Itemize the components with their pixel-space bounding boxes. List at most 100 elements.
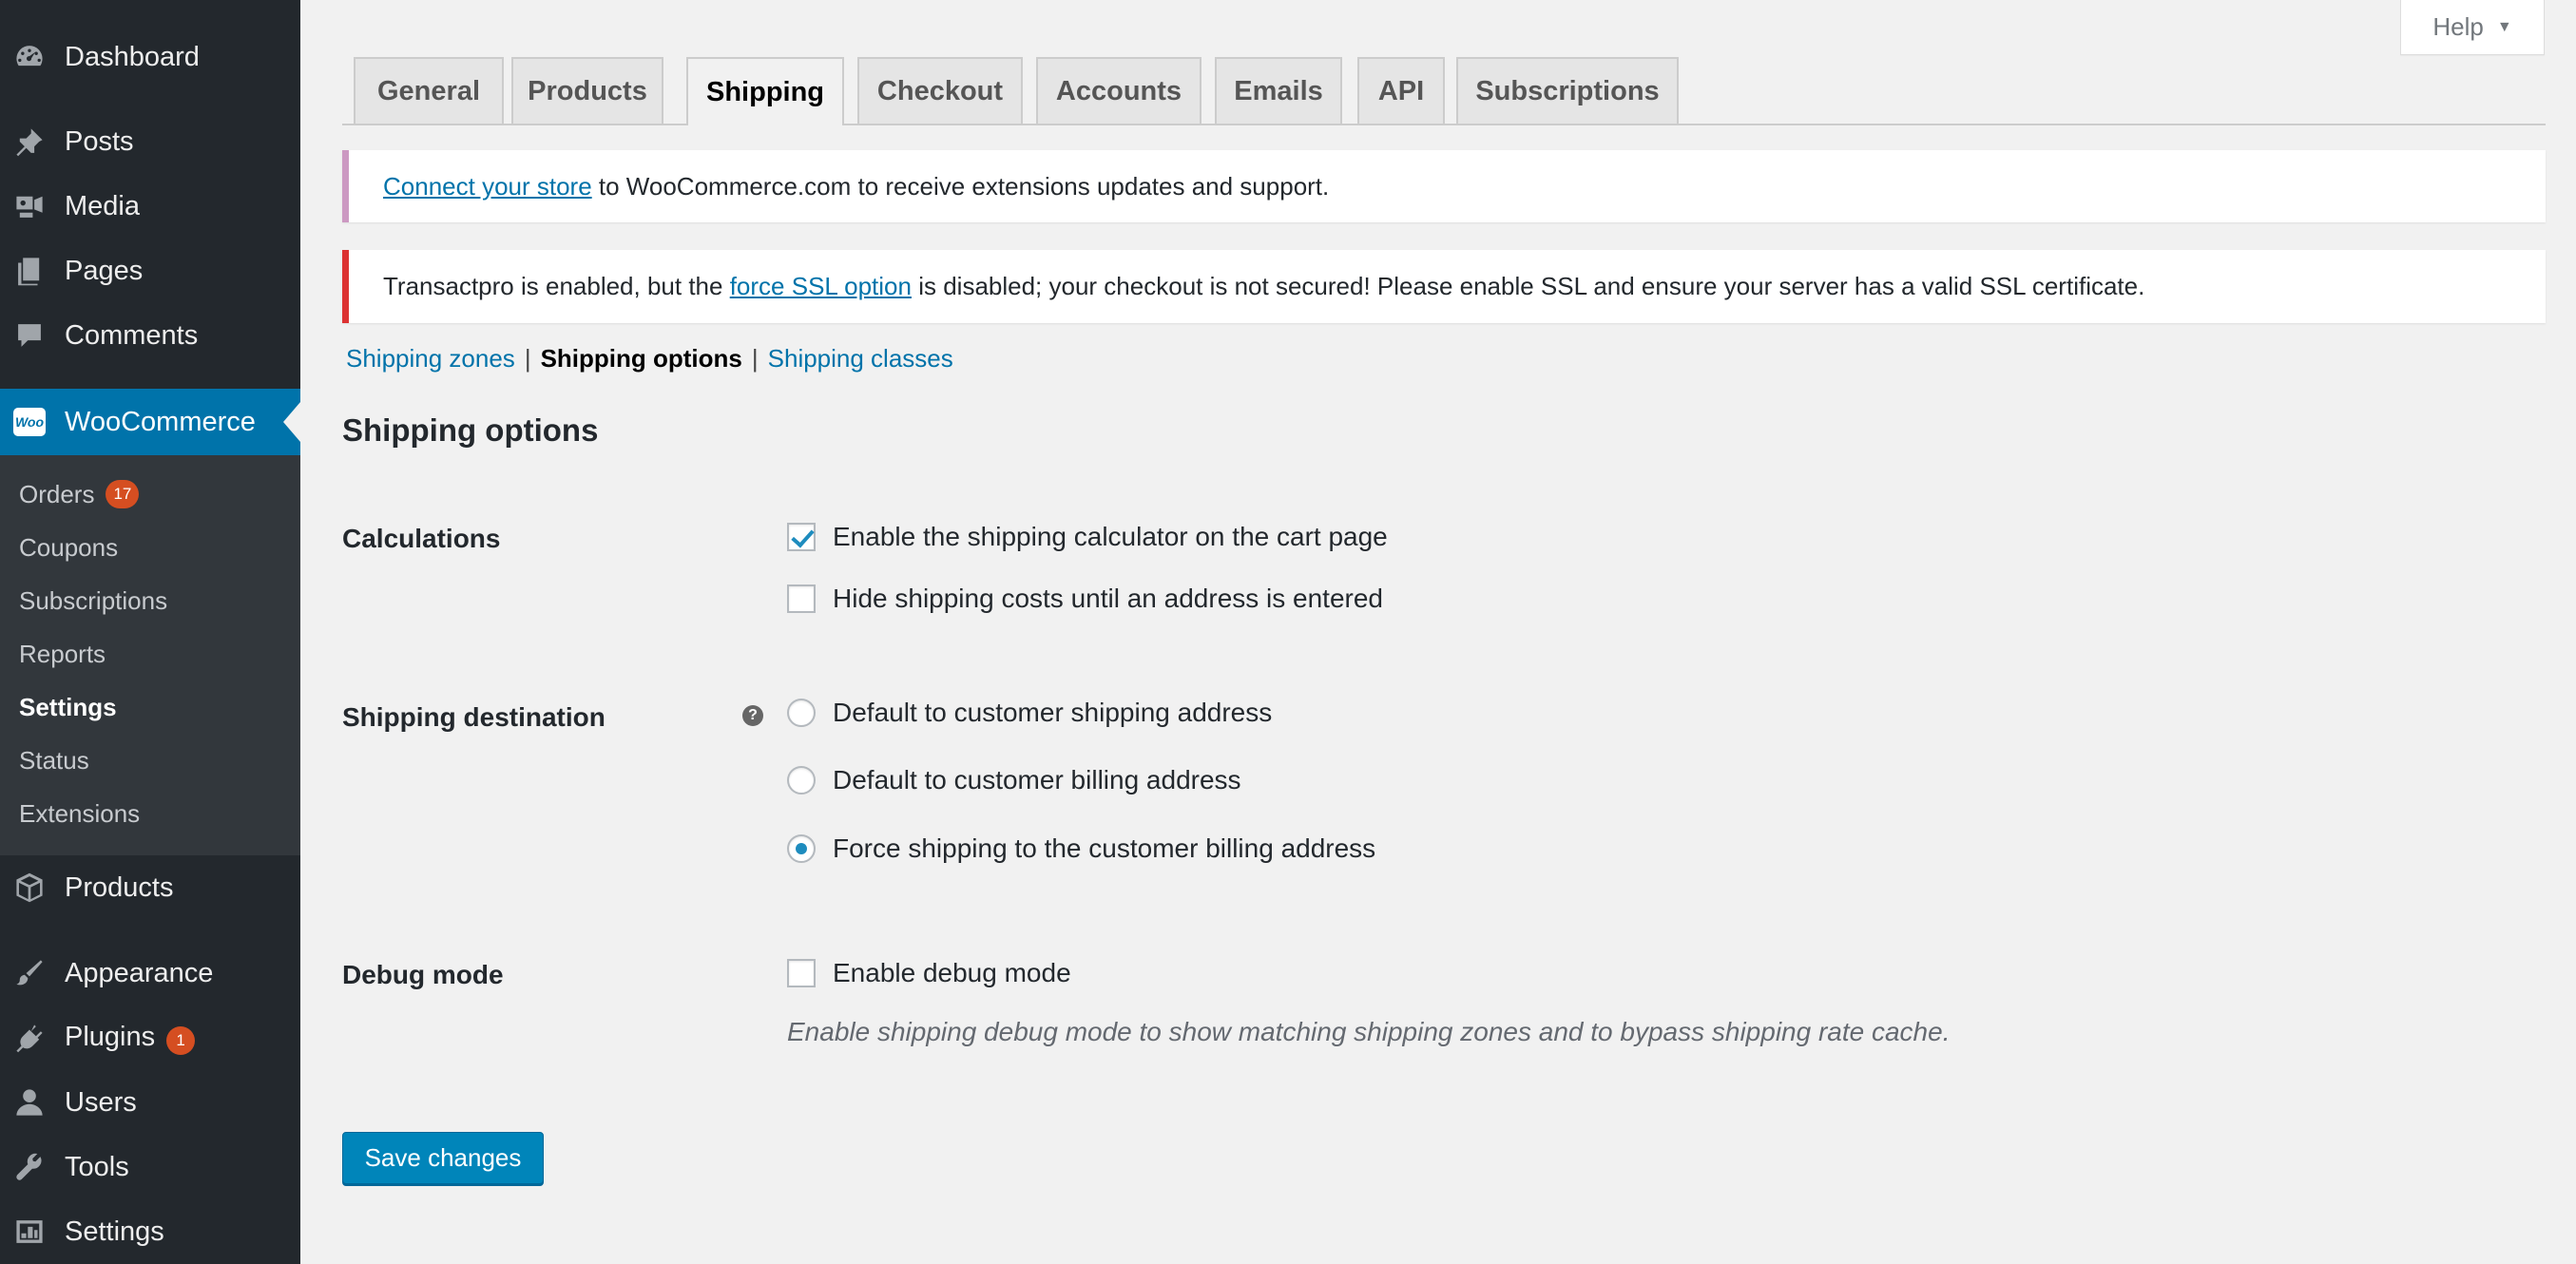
pin-icon — [13, 125, 46, 158]
woocommerce-submenu — [0, 389, 300, 855]
connect-notice-text: to WooCommerce.com to receive extensions… — [591, 171, 1330, 201]
force-billing-radio[interactable] — [787, 834, 816, 863]
shipping-zones-link[interactable]: Shipping zones — [346, 344, 515, 373]
option-label: Enable debug mode — [833, 958, 1071, 987]
menu-item-pages[interactable]: Pages — [0, 239, 300, 303]
menu-label: Dashboard — [65, 41, 200, 72]
option-label: Enable the shipping calculator on the ca… — [833, 522, 1388, 551]
tab-shipping[interactable]: Shipping — [686, 57, 844, 125]
woocommerce-icon: Woo — [13, 406, 46, 438]
menu-label: Settings — [65, 1216, 164, 1247]
caret-down-icon: ▼ — [2496, 18, 2512, 35]
page-title: Shipping options — [342, 412, 599, 448]
subnav-separator: | — [751, 344, 759, 373]
shipping-calculator-checkbox[interactable] — [787, 523, 816, 551]
submenu-item-subscriptions[interactable]: Subscriptions — [19, 582, 167, 620]
menu-item-users[interactable]: Users — [0, 1070, 300, 1135]
save-changes-button[interactable]: Save changes — [342, 1132, 544, 1184]
option-label: Default to customer billing address — [833, 765, 1241, 795]
subnav-separator: | — [524, 344, 531, 373]
calculations-label: Calculations — [342, 524, 501, 553]
admin-sidebar: Dashboard Posts Media Pages Comments Woo… — [0, 0, 300, 1264]
menu-label: Appearance — [65, 957, 214, 988]
tab-emails[interactable]: Emails — [1215, 57, 1342, 124]
tab-accounts[interactable]: Accounts — [1036, 57, 1201, 124]
plugins-update-badge: 1 — [166, 1025, 196, 1055]
shipping-destination-label: Shipping destination — [342, 702, 606, 732]
menu-label: Tools — [65, 1151, 129, 1182]
ssl-notice-text-before: Transactpro is enabled, but the — [383, 272, 730, 300]
help-label: Help — [2432, 12, 2484, 41]
menu-label: WooCommerce — [65, 406, 256, 437]
debug-mode-checkbox[interactable] — [787, 959, 816, 987]
option-label: Force shipping to the customer billing a… — [833, 833, 1376, 863]
connect-store-notice: Connect your store to WooCommerce.com to… — [342, 150, 2546, 222]
submenu-label: Coupons — [19, 532, 119, 562]
tab-general[interactable]: General — [354, 57, 504, 124]
destination-billing-radio[interactable] — [787, 766, 816, 795]
ssl-error-notice: Transactpro is enabled, but the force SS… — [342, 250, 2546, 323]
tab-api[interactable]: API — [1357, 57, 1445, 124]
submenu-item-settings[interactable]: Settings — [19, 688, 117, 726]
plugins-label: Plugins — [65, 1021, 156, 1052]
option-label: Hide shipping costs until an address is … — [833, 584, 1384, 613]
current-menu-arrow — [283, 402, 300, 442]
shipping-classes-link[interactable]: Shipping classes — [768, 344, 953, 373]
force-ssl-link[interactable]: force SSL option — [730, 272, 912, 301]
menu-item-woocommerce[interactable]: Woo WooCommerce — [0, 389, 300, 455]
connect-store-link[interactable]: Connect your store — [383, 172, 592, 201]
media-icon — [13, 190, 46, 222]
destination-shipping-option[interactable]: Default to customer shipping address — [787, 698, 1272, 728]
brush-icon — [13, 957, 46, 989]
menu-item-media[interactable]: Media — [0, 174, 300, 239]
menu-item-plugins[interactable]: Plugins 1 — [0, 1005, 300, 1070]
help-tab-button[interactable]: Help ▼ — [2400, 0, 2545, 55]
menu-item-dashboard[interactable]: Dashboard — [0, 25, 300, 89]
shipping-subnav: Shipping zones | Shipping options | Ship… — [346, 344, 953, 373]
menu-label: Pages — [65, 255, 144, 286]
submenu-label: Extensions — [19, 798, 141, 828]
tab-products[interactable]: Products — [511, 57, 663, 124]
tab-subscriptions[interactable]: Subscriptions — [1456, 57, 1679, 124]
box-icon — [13, 871, 46, 904]
submenu-item-status[interactable]: Status — [19, 741, 89, 779]
menu-label: Plugins 1 — [65, 1021, 196, 1055]
menu-item-settings[interactable]: Settings — [0, 1199, 300, 1264]
menu-item-appearance[interactable]: Appearance — [0, 941, 300, 1005]
submenu-item-extensions[interactable]: Extensions — [19, 795, 140, 833]
menu-label: Posts — [65, 125, 134, 157]
shipping-options-current[interactable]: Shipping options — [541, 344, 742, 373]
submenu-label: Subscriptions — [19, 585, 168, 615]
help-tip-icon[interactable]: ? — [742, 705, 763, 726]
debug-mode-label: Debug mode — [342, 960, 504, 989]
destination-billing-option[interactable]: Default to customer billing address — [787, 765, 1241, 795]
submenu-label: Settings — [19, 692, 117, 721]
menu-item-tools[interactable]: Tools — [0, 1135, 300, 1199]
destination-shipping-radio[interactable] — [787, 699, 816, 727]
submenu-item-orders[interactable]: Orders 17 — [19, 475, 140, 513]
shipping-calculator-option[interactable]: Enable the shipping calculator on the ca… — [787, 522, 1388, 552]
menu-item-posts[interactable]: Posts — [0, 109, 300, 174]
menu-label: Products — [65, 871, 174, 903]
debug-mode-option[interactable]: Enable debug mode — [787, 958, 1071, 988]
comment-icon — [13, 319, 46, 352]
submenu-item-reports[interactable]: Reports — [19, 635, 106, 673]
ssl-notice-text-after: is disabled; your checkout is not secure… — [911, 272, 2145, 300]
submenu-label: Orders — [19, 479, 95, 508]
force-billing-option[interactable]: Force shipping to the customer billing a… — [787, 833, 1375, 864]
menu-item-products[interactable]: Products — [0, 855, 300, 920]
hide-costs-checkbox[interactable] — [787, 584, 816, 613]
submenu-item-coupons[interactable]: Coupons — [19, 528, 118, 566]
settings-icon — [13, 1216, 46, 1248]
hide-costs-option[interactable]: Hide shipping costs until an address is … — [787, 584, 1383, 614]
pages-icon — [13, 255, 46, 287]
menu-item-comments[interactable]: Comments — [0, 303, 300, 368]
tab-checkout[interactable]: Checkout — [857, 57, 1023, 124]
option-label: Default to customer shipping address — [833, 698, 1273, 727]
user-icon — [13, 1086, 46, 1119]
dashboard-icon — [13, 41, 46, 73]
plug-icon — [13, 1022, 46, 1054]
debug-mode-description: Enable shipping debug mode to show match… — [787, 1017, 1951, 1046]
menu-label: Users — [65, 1086, 137, 1118]
submenu-label: Reports — [19, 639, 106, 668]
